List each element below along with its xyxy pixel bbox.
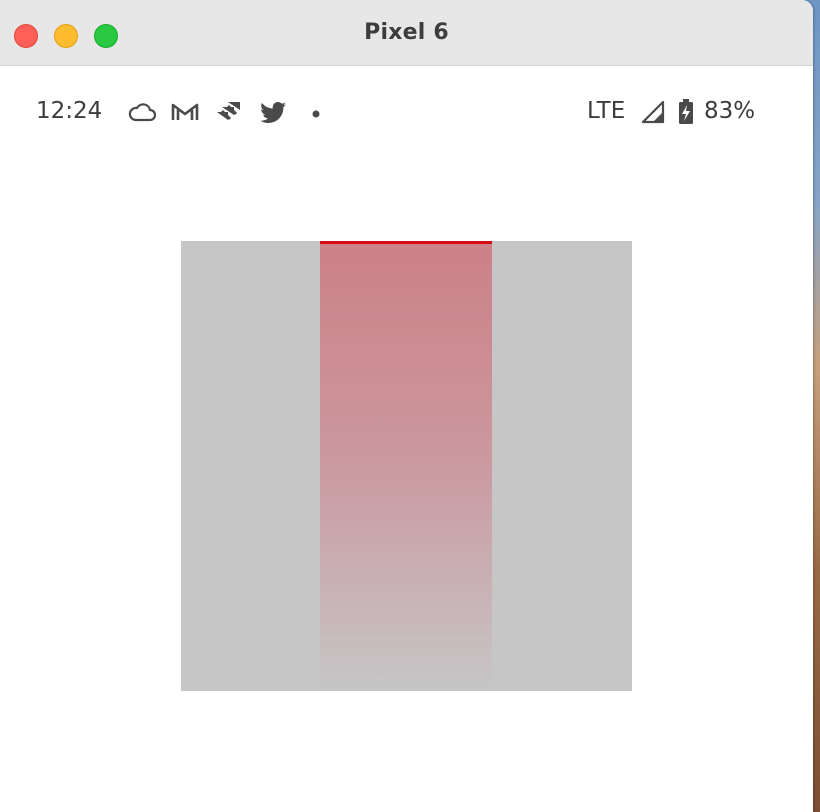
cloud-icon xyxy=(126,100,158,124)
emulator-window: Pixel 6 12:24 LTE 83% xyxy=(0,0,813,812)
twitter-icon xyxy=(258,100,288,124)
overscroll-glow-column xyxy=(320,241,492,691)
content-canvas[interactable] xyxy=(181,241,632,691)
gmail-icon xyxy=(170,100,200,124)
window-titlebar[interactable]: Pixel 6 xyxy=(0,0,813,66)
signal-icon xyxy=(640,100,666,124)
jira-icon xyxy=(214,100,244,124)
android-status-bar[interactable]: 12:24 LTE 83% xyxy=(0,66,813,162)
window-title: Pixel 6 xyxy=(364,20,449,45)
more-dot-icon xyxy=(310,100,322,124)
battery-charging-icon xyxy=(676,99,696,124)
battery-level: 83% xyxy=(704,98,756,124)
status-time: 12:24 xyxy=(36,98,103,124)
overscroll-edge-line xyxy=(320,241,492,244)
network-type: LTE xyxy=(587,98,626,124)
